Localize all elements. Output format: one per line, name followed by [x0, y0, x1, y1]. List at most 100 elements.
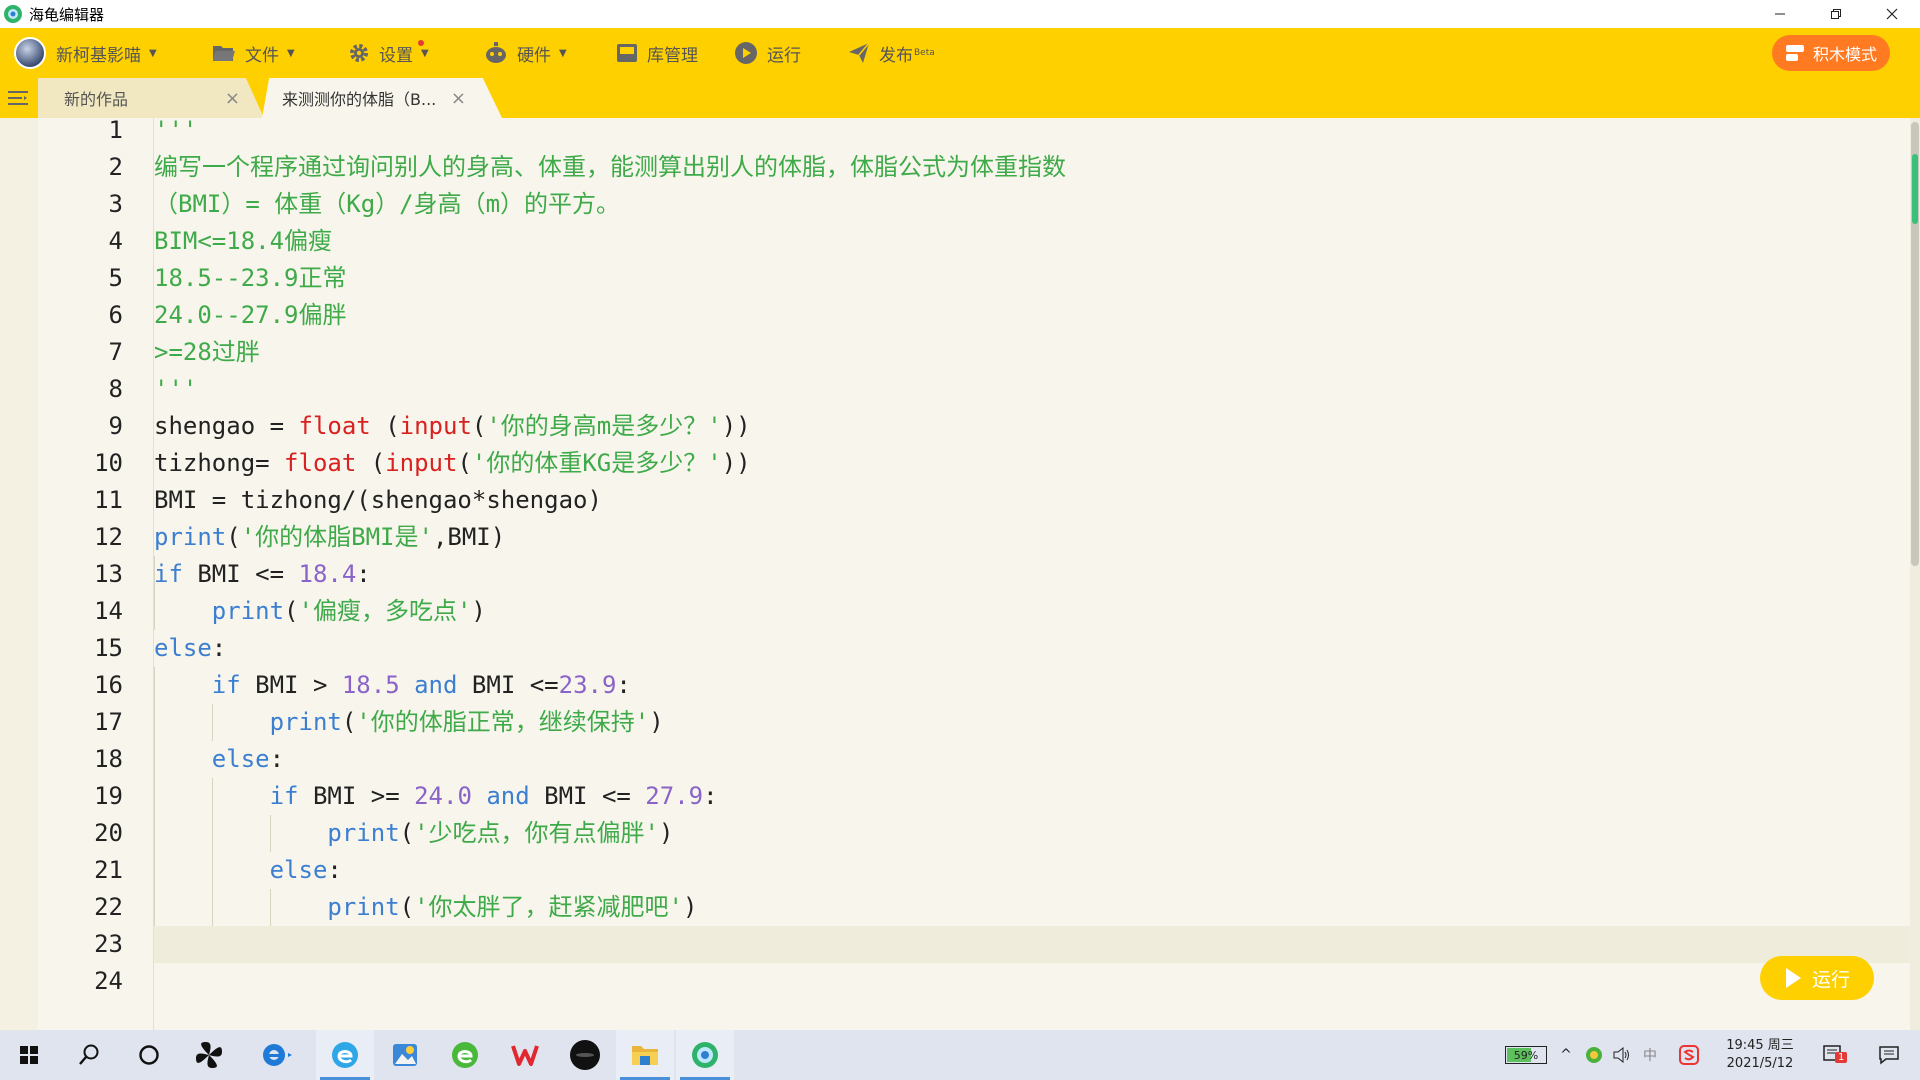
- code-token: and: [414, 671, 458, 699]
- input-method-button[interactable]: 中: [1638, 1030, 1662, 1080]
- photo-viewer-icon: [393, 1044, 417, 1066]
- code-editor[interactable]: 1 2 3 4 5 6 7 8 9 10 11 12 13 14 15 16 17 18 19 20 21 22 23 24 …: [38, 118, 1920, 1030]
- code-line: ''': [154, 371, 197, 408]
- publish-button[interactable]: 发布 Beta: [848, 28, 935, 78]
- notification-icon: [1879, 1046, 1899, 1065]
- code-token: '你太胖了，赶紧减肥吧': [414, 893, 683, 921]
- code-token: ,BMI): [432, 523, 506, 551]
- search-button[interactable]: [60, 1030, 118, 1080]
- taskbar-app-green-browser[interactable]: [436, 1030, 494, 1080]
- line-number: 16: [94, 671, 123, 699]
- code-token: input: [399, 412, 472, 440]
- block-mode-label: 积木模式: [1812, 45, 1877, 64]
- code-token: (: [471, 412, 487, 440]
- library-manager-button[interactable]: 库管理: [616, 28, 698, 78]
- code-token: if: [269, 782, 299, 810]
- taskbar-app-turtle-editor[interactable]: [676, 1030, 734, 1080]
- windows-taskbar: 59% ^ 中 19:45 周三 2021/5/12 1: [0, 1030, 1920, 1080]
- code-token: (: [399, 893, 415, 921]
- code-token: :: [327, 856, 342, 884]
- close-tab-icon[interactable]: ×: [225, 88, 240, 109]
- code-line: shengao = float (input('你的身高m是多少？')): [154, 408, 751, 445]
- code-token: ): [659, 819, 674, 847]
- code-token: :: [703, 782, 718, 810]
- line-number: 22: [94, 893, 123, 921]
- code-line: print('偏瘦，多吃点'): [154, 593, 486, 630]
- user-menu[interactable]: 新柯基影喵 ▼: [14, 28, 157, 78]
- hardware-menu[interactable]: 硬件 ▼: [484, 28, 567, 78]
- taskbar-app-ie[interactable]: [248, 1030, 306, 1080]
- code-token: print: [327, 893, 400, 921]
- taskbar-app-wps[interactable]: [496, 1030, 554, 1080]
- minimize-button[interactable]: [1752, 0, 1808, 28]
- messages-button[interactable]: 1: [1818, 1030, 1850, 1080]
- code-token: '你的体重KG是多少？': [471, 449, 722, 477]
- tray-sogou-icon[interactable]: [1676, 1030, 1702, 1080]
- vertical-scrollbar[interactable]: [1910, 118, 1920, 1030]
- taskbar-app-media[interactable]: [556, 1030, 614, 1080]
- toolbar-run-button[interactable]: 运行: [734, 28, 801, 78]
- code-token: '偏瘦，多吃点': [298, 597, 472, 625]
- close-tab-icon[interactable]: ×: [451, 88, 466, 109]
- line-number: 19: [94, 782, 123, 810]
- code-line: if BMI > 18.5 and BMI <=23.9:: [154, 667, 631, 704]
- tab-body-fat-test[interactable]: 来测测你的体脂（B... ×: [262, 78, 502, 118]
- line-number: 1: [108, 118, 123, 144]
- chevron-down-icon: ▼: [421, 47, 429, 59]
- restore-button[interactable]: [1808, 0, 1864, 28]
- code-token: ): [471, 597, 486, 625]
- code-token: 18.5: [341, 671, 400, 699]
- line-number: 13: [94, 560, 123, 588]
- run-button[interactable]: 运行: [1760, 956, 1874, 1000]
- code-line: （BMI）= 体重（Kg）/身高（m）的平方。: [154, 186, 620, 223]
- code-line: print('少吃点，你有点偏胖'): [154, 815, 673, 852]
- restore-icon: [1831, 9, 1841, 19]
- show-hidden-icons-button[interactable]: ^: [1554, 1030, 1578, 1080]
- close-button[interactable]: [1864, 0, 1920, 28]
- code-token: BMI <=: [457, 671, 559, 699]
- sync-app-icon: [1586, 1047, 1602, 1063]
- paper-plane-icon: [849, 42, 870, 63]
- settings-menu-label: 设置: [379, 45, 413, 66]
- tab-new-work[interactable]: 新的作品 ×: [38, 78, 264, 118]
- line-number-gutter: 1 2 3 4 5 6 7 8 9 10 11 12 13 14 15 16 17 18 19 20 21 22 23 24: [38, 118, 154, 1030]
- taskbar-app-photos[interactable]: [376, 1030, 434, 1080]
- settings-menu[interactable]: 设置 ▼: [348, 28, 429, 78]
- file-menu[interactable]: 文件 ▼: [212, 28, 295, 78]
- action-center-button[interactable]: [1864, 1030, 1914, 1080]
- code-token: (: [226, 523, 241, 551]
- line-number: 9: [108, 412, 123, 440]
- block-mode-button[interactable]: 积木模式: [1772, 35, 1890, 71]
- window-controls: [1752, 0, 1920, 28]
- start-button[interactable]: [0, 1030, 58, 1080]
- tab-label: 新的作品: [64, 90, 129, 109]
- taskbar-app-pinwheel[interactable]: [180, 1030, 238, 1080]
- code-token: (: [370, 412, 400, 440]
- volume-button[interactable]: [1610, 1030, 1634, 1080]
- taskbar-app-file-explorer[interactable]: [616, 1030, 674, 1080]
- battery-indicator[interactable]: 59%: [1502, 1030, 1550, 1080]
- cortana-button[interactable]: [120, 1030, 178, 1080]
- sidebar-toggle-button[interactable]: [0, 78, 36, 118]
- code-token: ''': [154, 118, 198, 144]
- side-panel-strip: [0, 118, 39, 1030]
- battery-icon: 59%: [1505, 1046, 1547, 1064]
- code-token: else: [211, 745, 270, 773]
- code-token: )): [721, 412, 751, 440]
- code-token: BMI <=: [182, 560, 299, 588]
- code-text-area[interactable]: ''' 编写一个程序通过询问别人的身高、体重，能测算出别人的体脂，体脂公式为体重指…: [154, 118, 1914, 1030]
- code-token: BMI = tizhong/(shengao*shengao): [154, 486, 602, 514]
- user-name: 新柯基影喵: [56, 45, 141, 66]
- code-token: BMI >: [240, 671, 342, 699]
- code-line: if BMI >= 24.0 and BMI <= 27.9:: [154, 778, 718, 815]
- code-line: print('你的体脂正常，继续保持'): [154, 704, 664, 741]
- turtle-app-icon: [692, 1042, 718, 1068]
- line-number: 18: [94, 745, 123, 773]
- system-clock[interactable]: 19:45 周三 2021/5/12: [1722, 1030, 1798, 1080]
- clock-date: 2021/5/12: [1726, 1056, 1794, 1071]
- taskbar-app-edge[interactable]: [316, 1030, 374, 1080]
- line-number: 7: [108, 338, 123, 366]
- tray-app-icon[interactable]: [1582, 1030, 1606, 1080]
- line-number: 5: [108, 264, 123, 292]
